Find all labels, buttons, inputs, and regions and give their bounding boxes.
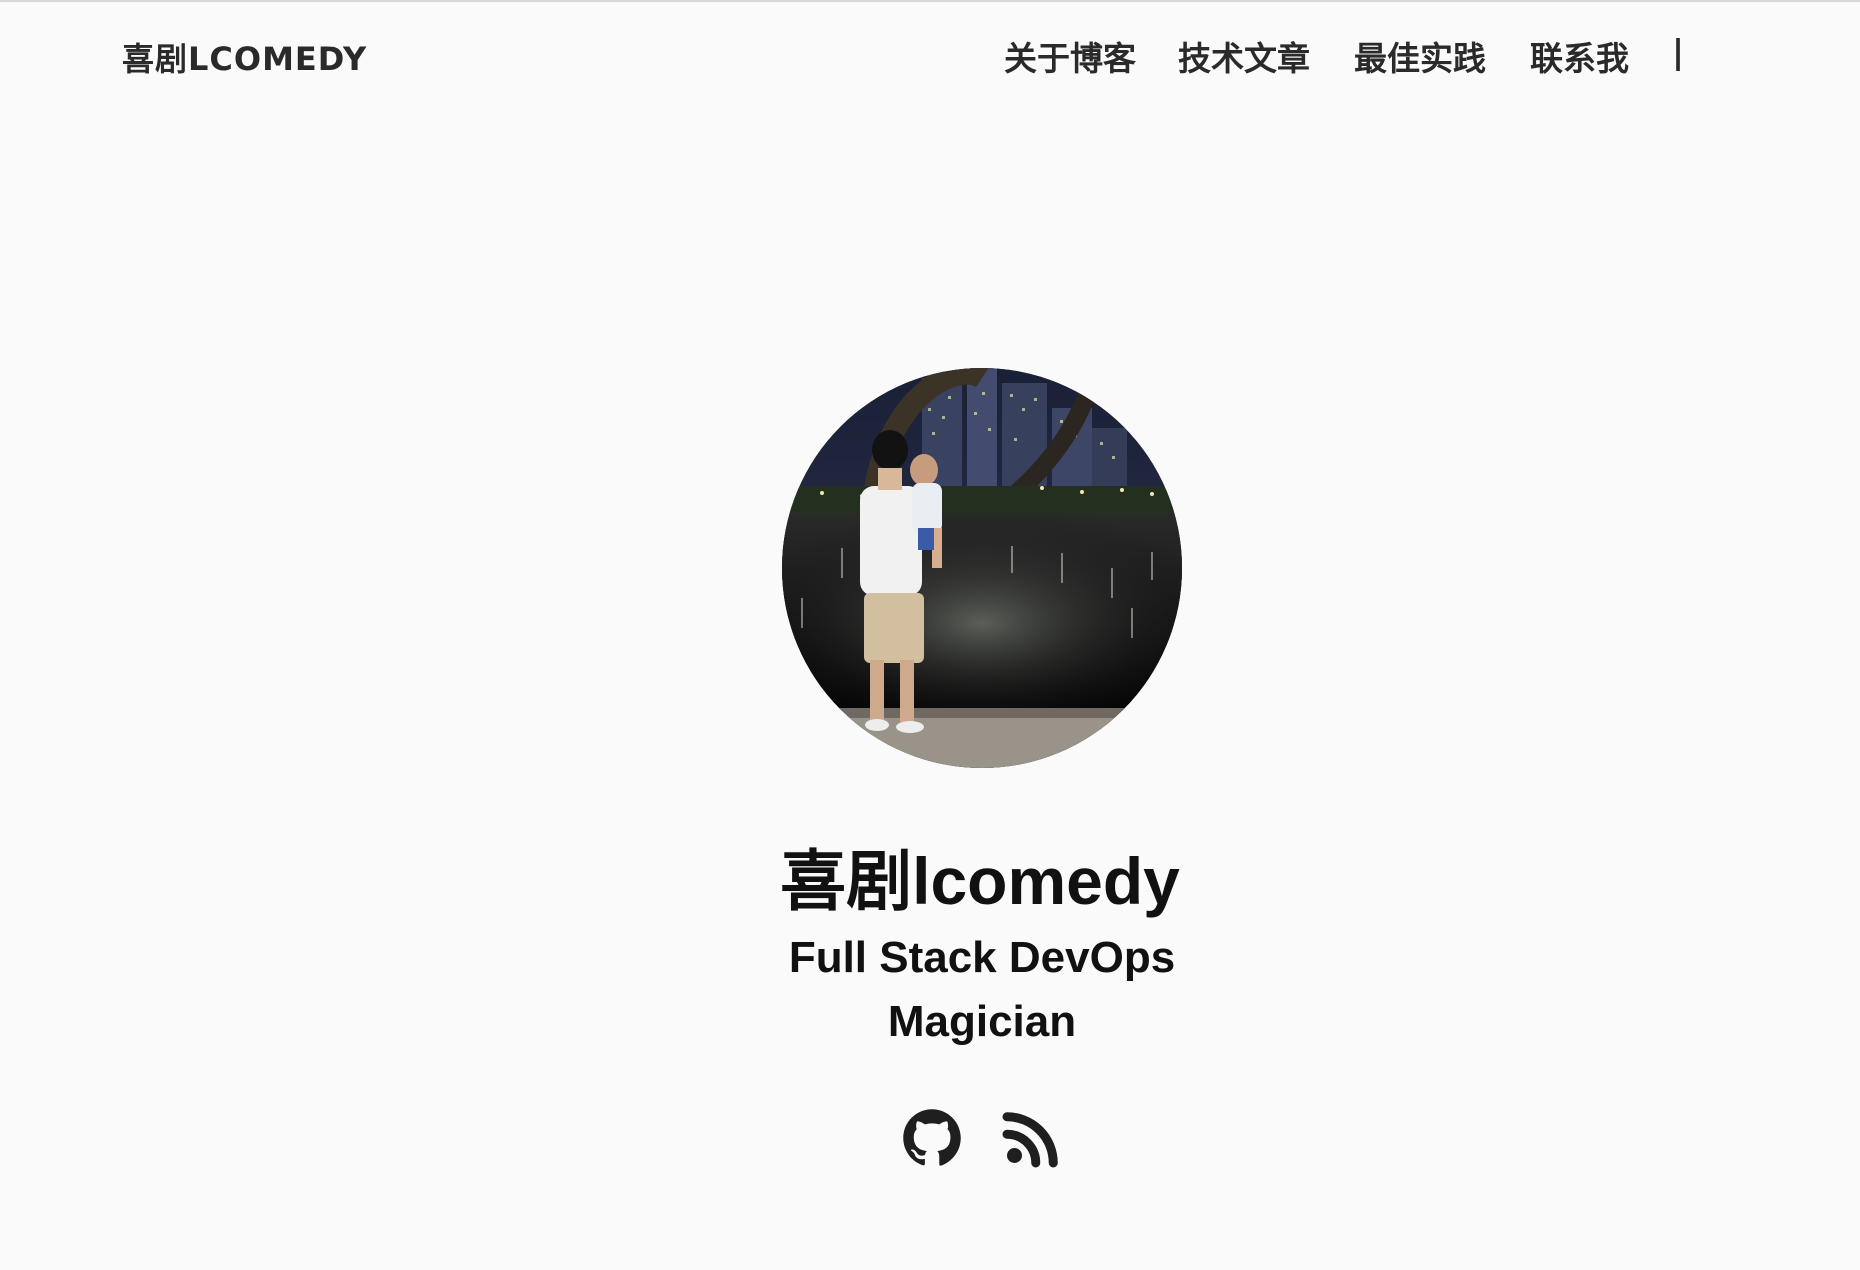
profile-name: 喜剧lcomedy [780,844,1180,918]
github-link[interactable] [902,1108,962,1168]
social-links [0,1108,1860,1168]
site-title-link[interactable]: 喜剧LCOMEDY [122,34,367,80]
nav-separator: | [1672,32,1685,71]
profile-tagline: Full Stack DevOps Magician [788,933,1176,1046]
avatar-photo [782,368,1182,768]
nav-item-best-practices[interactable]: 最佳实践 [1354,32,1486,80]
nav-item-tech-articles[interactable]: 技术文章 [1178,32,1310,80]
nav-item-contact[interactable]: 联系我 [1530,32,1629,80]
rss-link[interactable] [1002,1108,1062,1168]
site-header: 喜剧LCOMEDY 关于博客 技术文章 最佳实践 联系我 | [0,0,1860,110]
github-icon [903,1109,961,1166]
avatar [782,368,1182,768]
nav-item-about-blog[interactable]: 关于博客 [1004,32,1136,80]
rss-icon [1002,1112,1058,1168]
